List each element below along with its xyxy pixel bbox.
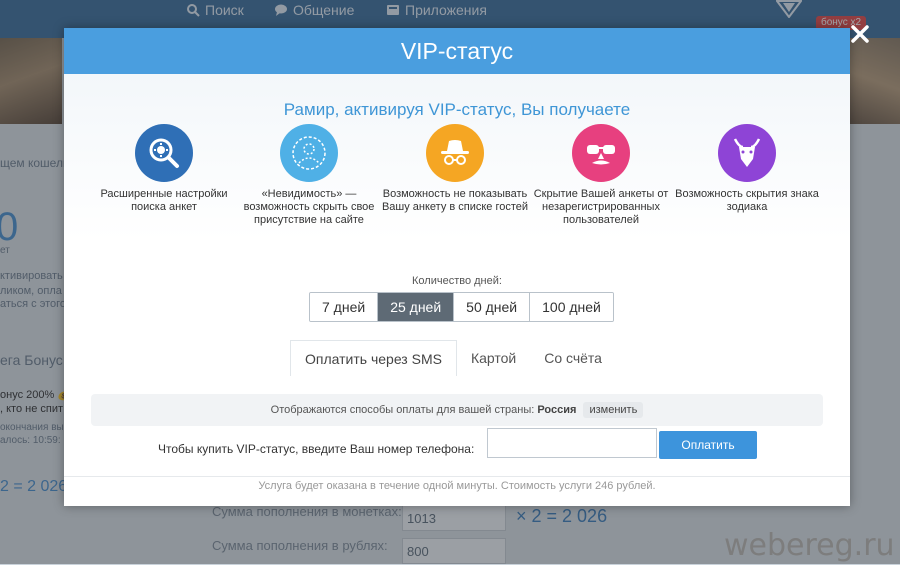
tab-sms[interactable]: Оплатить через SMS bbox=[290, 340, 457, 376]
tab-account[interactable]: Со счёта bbox=[530, 340, 616, 376]
mask-glasses-icon bbox=[587, 145, 615, 165]
days-selector: 7 дней 25 дней 50 дней 100 дней bbox=[309, 292, 614, 322]
vip-modal: VIP-статус Рамир, активируя VIP-статус, … bbox=[64, 28, 850, 506]
feature-text: Расширенные настройки поиска анкет bbox=[100, 188, 228, 213]
feature-circle bbox=[572, 124, 630, 182]
pay-button[interactable]: Оплатить bbox=[659, 431, 757, 459]
feature-text: Возможность скрытия знака зодиака bbox=[675, 188, 819, 213]
payment-area: Отображаются способы оплаты для вашей ст… bbox=[64, 376, 850, 506]
feature-circle bbox=[280, 124, 338, 182]
footer-note: Услуга будет оказана в течение одной мин… bbox=[258, 480, 656, 492]
phone-input[interactable] bbox=[487, 428, 657, 458]
tab-card[interactable]: Картой bbox=[457, 340, 530, 376]
days-option-7[interactable]: 7 дней bbox=[310, 293, 379, 321]
feature-circle bbox=[718, 124, 776, 182]
feature-text: Возможность не показывать Вашу анкету в … bbox=[381, 188, 529, 213]
feature-invisibility: «Невидимость» — возможность скрыть свое … bbox=[234, 124, 384, 227]
days-label: Количество дней: bbox=[412, 275, 502, 287]
country-bar: Отображаются способы оплаты для вашей ст… bbox=[91, 394, 823, 426]
watermark: webereg.ru bbox=[724, 528, 895, 563]
magnifier-gear-icon bbox=[149, 138, 179, 168]
feature-text: «Невидимость» — возможность скрыть свое … bbox=[243, 188, 375, 226]
close-icon[interactable] bbox=[850, 24, 870, 44]
change-country-link[interactable]: изменить bbox=[583, 402, 644, 418]
phone-label: Чтобы купить VIP-статус, введите Ваш ном… bbox=[158, 442, 475, 456]
feature-text: Скрытие Вашей анкеты от незарегистрирова… bbox=[533, 188, 669, 226]
feature-circle bbox=[426, 124, 484, 182]
feature-hide-zodiac: Возможность скрытия знака зодиака bbox=[672, 124, 822, 214]
modal-subtitle: Рамир, активируя VIP-статус, Вы получает… bbox=[283, 100, 631, 119]
days-option-100[interactable]: 100 дней bbox=[530, 293, 613, 321]
days-option-25[interactable]: 25 дней bbox=[378, 293, 455, 321]
payment-tabs: Оплатить через SMS Картой Со счёта bbox=[290, 340, 616, 376]
modal-title: VIP-статус bbox=[64, 28, 850, 74]
spy-hat-icon bbox=[441, 140, 469, 165]
feature-circle bbox=[135, 124, 193, 182]
footer-divider bbox=[64, 476, 850, 477]
feature-search-settings: Расширенные настройки поиска анкет bbox=[89, 124, 239, 214]
feature-hide-profile: Скрытие Вашей анкеты от незарегистрирова… bbox=[526, 124, 676, 227]
days-option-50[interactable]: 50 дней bbox=[454, 293, 531, 321]
country-name: Россия bbox=[537, 404, 577, 416]
goat-zodiac-icon bbox=[733, 138, 761, 167]
country-text: Отображаются способы оплаты для вашей ст… bbox=[270, 404, 535, 416]
feature-hide-guests: Возможность не показывать Вашу анкету в … bbox=[380, 124, 530, 214]
invisible-user-icon bbox=[292, 136, 326, 170]
